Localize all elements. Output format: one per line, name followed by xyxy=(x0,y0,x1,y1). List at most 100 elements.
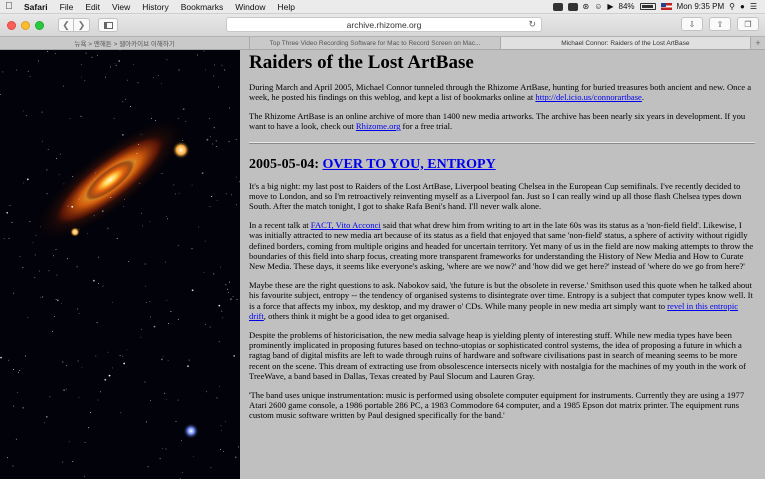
delicious-link[interactable]: http://del.icio.us/connorartbase xyxy=(535,92,641,102)
menu-history[interactable]: History xyxy=(136,2,174,12)
star xyxy=(157,75,159,77)
star xyxy=(144,263,146,265)
sidebar-icon xyxy=(103,21,113,29)
star xyxy=(225,421,227,423)
star xyxy=(220,425,222,427)
intro-paragraph-1: During March and April 2005, Michael Con… xyxy=(249,82,755,103)
menu-view[interactable]: View xyxy=(106,2,136,12)
star xyxy=(220,449,221,451)
star xyxy=(133,63,135,65)
back-button[interactable]: ❮ xyxy=(58,18,74,32)
intro-text-2: The Rhizome ArtBase is an online archive… xyxy=(249,110,746,132)
star xyxy=(222,317,224,319)
star xyxy=(55,249,57,251)
address-bar[interactable]: archive.rhizome.org ↻ xyxy=(226,17,542,32)
fullscreen-window-button[interactable] xyxy=(35,20,44,30)
apple-menu-icon[interactable]:  xyxy=(0,1,18,12)
siri-icon[interactable]: ● xyxy=(740,2,745,11)
close-window-button[interactable] xyxy=(7,20,16,30)
star xyxy=(77,360,79,362)
star xyxy=(122,134,124,136)
star xyxy=(94,178,96,180)
show-tabs-button[interactable]: ❐ xyxy=(737,17,759,31)
clock[interactable]: Mon 9:35 PM xyxy=(677,2,725,11)
app-menus: Safari File Edit View History Bookmarks … xyxy=(18,2,301,12)
star xyxy=(209,326,211,328)
star xyxy=(95,355,97,357)
volume-icon[interactable]: ▶ xyxy=(607,2,613,11)
star xyxy=(13,292,15,294)
star xyxy=(98,282,100,284)
star xyxy=(29,75,31,77)
minimize-window-button[interactable] xyxy=(21,20,30,30)
star xyxy=(178,69,180,71)
star xyxy=(63,183,65,185)
post-heading: 2005-05-04: OVER TO YOU, ENTROPY xyxy=(249,157,755,173)
tab-bar: 뉴욕 > 맨해튼 > 웹아카이브 이해하기 Top Three Video Re… xyxy=(0,36,765,50)
star xyxy=(72,460,74,462)
star xyxy=(80,115,82,117)
galaxy-illustration xyxy=(0,50,240,479)
bluetooth-icon[interactable]: ⊛ xyxy=(583,2,590,11)
star xyxy=(236,204,237,206)
star xyxy=(129,106,131,108)
star xyxy=(210,196,212,197)
star xyxy=(53,255,55,257)
menu-file[interactable]: File xyxy=(54,2,80,12)
fact-acconci-link[interactable]: FACT, Vito Acconci xyxy=(311,220,381,230)
notification-center-icon[interactable]: ☰ xyxy=(750,2,757,11)
intro-text-1: During March and April 2005, Michael Con… xyxy=(249,82,752,103)
post-paragraph-5: 'The band uses unique instrumentation: m… xyxy=(249,389,745,421)
star xyxy=(161,447,163,449)
battery-icon[interactable] xyxy=(639,3,656,10)
star xyxy=(218,341,220,343)
menu-edit[interactable]: Edit xyxy=(79,2,106,12)
tray-app-icon[interactable] xyxy=(552,2,563,11)
star xyxy=(164,392,166,394)
input-source-flag-icon[interactable] xyxy=(660,3,672,10)
star xyxy=(94,172,96,174)
forward-button[interactable]: ❯ xyxy=(74,18,90,32)
tray-shield-icon[interactable] xyxy=(567,2,578,11)
star xyxy=(32,242,34,244)
menu-app-name[interactable]: Safari xyxy=(18,2,54,12)
star xyxy=(48,270,50,272)
star xyxy=(170,311,172,312)
spotlight-search-icon[interactable]: ⚲ xyxy=(729,2,735,11)
star xyxy=(140,133,142,135)
downloads-button[interactable]: ⇩ xyxy=(681,17,703,31)
star xyxy=(177,318,179,320)
tab-3-active[interactable]: Michael Connor: Raiders of the Lost ArtB… xyxy=(500,37,751,49)
star xyxy=(122,101,124,103)
reload-icon[interactable]: ↻ xyxy=(528,19,536,30)
tab-1[interactable]: 뉴욕 > 맨해튼 > 웹아카이브 이해하기 xyxy=(0,37,251,49)
rhizome-link[interactable]: Rhizome.org xyxy=(356,121,400,131)
star xyxy=(141,212,143,214)
star xyxy=(181,439,183,441)
star xyxy=(84,476,85,477)
new-tab-button[interactable]: + xyxy=(751,37,765,49)
sidebar-toggle-button[interactable] xyxy=(98,18,118,32)
star xyxy=(145,421,147,423)
star xyxy=(72,176,74,177)
star xyxy=(237,446,239,448)
menu-bookmarks[interactable]: Bookmarks xyxy=(175,2,230,12)
menu-window[interactable]: Window xyxy=(229,2,271,12)
menu-help[interactable]: Help xyxy=(271,2,300,12)
star xyxy=(52,330,53,332)
star xyxy=(215,146,217,147)
share-button[interactable]: ⇧ xyxy=(709,17,731,31)
star xyxy=(159,458,161,460)
wifi-icon[interactable]: ☺ xyxy=(594,2,602,11)
tab-2[interactable]: Top Three Video Recording Software for M… xyxy=(250,37,501,49)
star xyxy=(167,359,169,361)
post-title-link[interactable]: OVER TO YOU, ENTROPY xyxy=(323,157,496,172)
star xyxy=(177,117,179,119)
star xyxy=(206,138,209,141)
star xyxy=(122,355,124,357)
star xyxy=(147,466,149,468)
star xyxy=(101,210,104,213)
star xyxy=(214,64,215,66)
star xyxy=(61,302,62,304)
star xyxy=(164,261,166,263)
